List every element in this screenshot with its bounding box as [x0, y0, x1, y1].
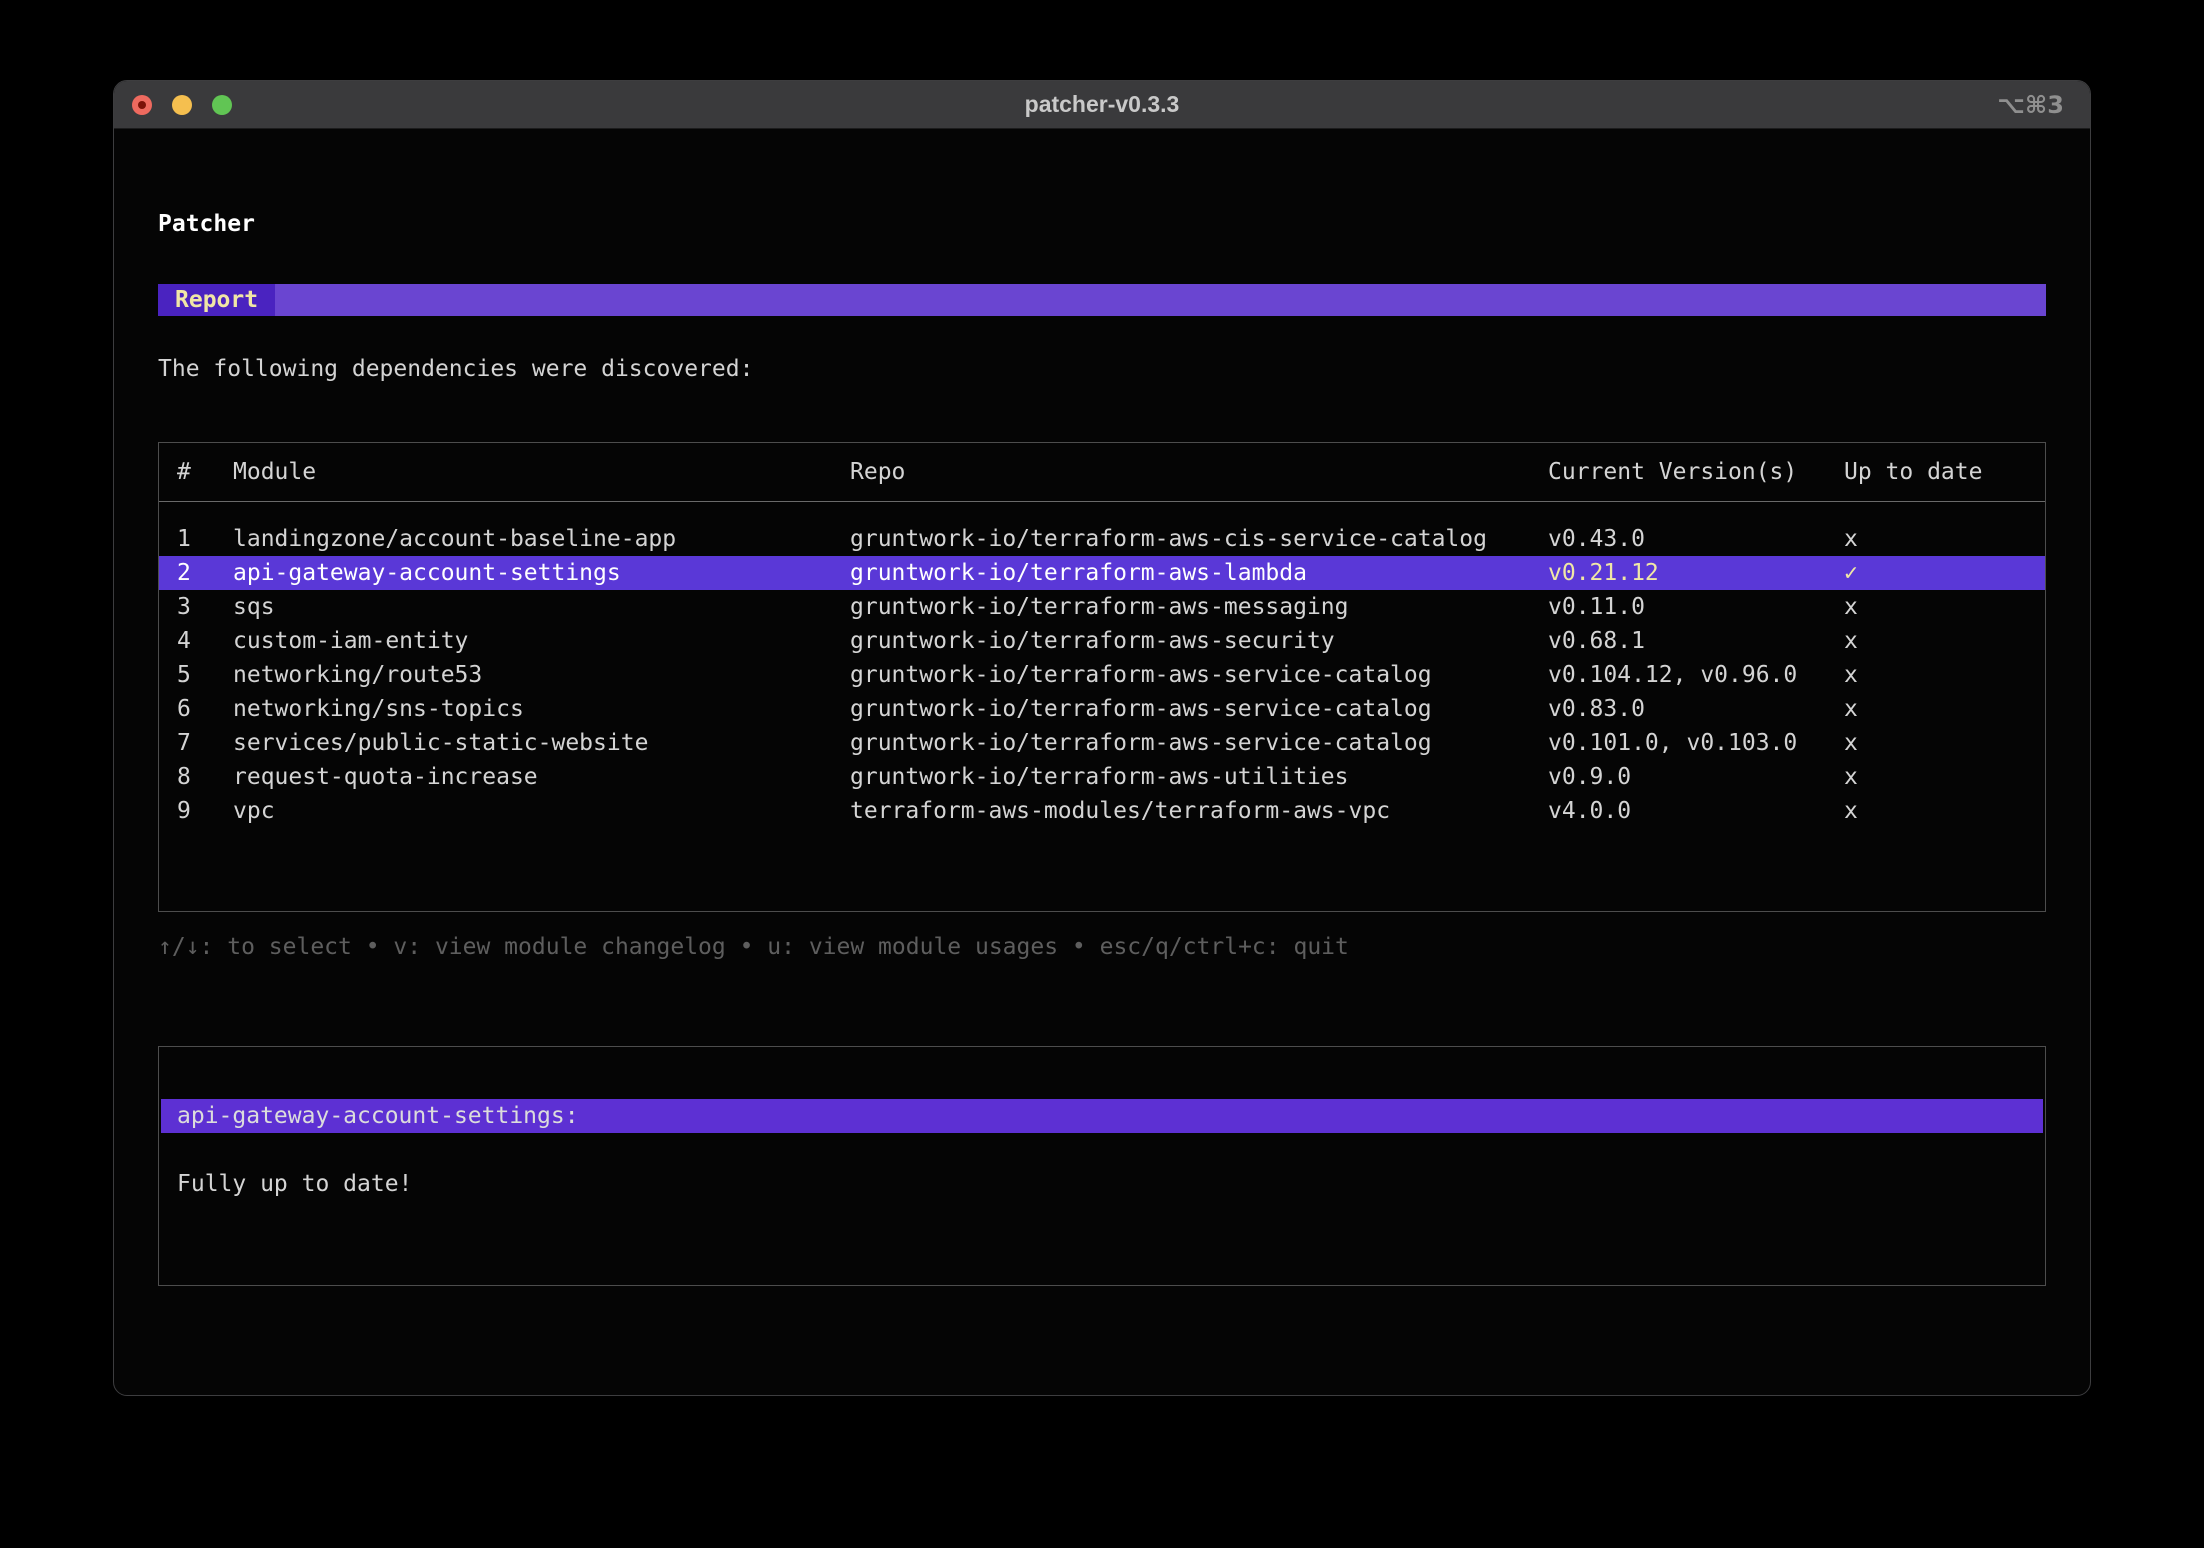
cell-up-to-date: x — [1844, 628, 1858, 654]
cell-current-version: v4.0.0 — [1548, 798, 1632, 824]
table-row[interactable]: 7 services/public-static-website gruntwo… — [159, 726, 2045, 760]
cell-current-version: v0.104.12, v0.96.0 — [1548, 662, 1798, 688]
cell-repo: terraform-aws-modules/terraform-aws-vpc — [850, 798, 1391, 824]
cell-repo: gruntwork-io/terraform-aws-service-catal… — [850, 696, 1432, 722]
cell-row-number: 6 — [177, 696, 191, 722]
cell-module: networking/sns-topics — [233, 696, 524, 722]
cell-repo: gruntwork-io/terraform-aws-messaging — [850, 594, 1349, 620]
cell-repo: gruntwork-io/terraform-aws-service-catal… — [850, 662, 1432, 688]
cell-up-to-date: ✓ — [1844, 560, 1858, 586]
detail-panel-status: Fully up to date! — [177, 1171, 413, 1197]
cell-module: request-quota-increase — [233, 764, 538, 790]
cell-row-number: 7 — [177, 730, 191, 756]
table-row[interactable]: 9 vpc terraform-aws-modules/terraform-aw… — [159, 794, 2045, 828]
intro-text: The following dependencies were discover… — [158, 356, 754, 382]
table-row[interactable]: 1 landingzone/account-baseline-app grunt… — [159, 522, 2045, 556]
cell-up-to-date: x — [1844, 696, 1858, 722]
cell-row-number: 4 — [177, 628, 191, 654]
cell-row-number: 3 — [177, 594, 191, 620]
table-row[interactable]: 6 networking/sns-topics gruntwork-io/ter… — [159, 692, 2045, 726]
col-header-module: Module — [233, 459, 317, 485]
cell-row-number: 8 — [177, 764, 191, 790]
cell-current-version: v0.11.0 — [1548, 594, 1645, 620]
cell-up-to-date: x — [1844, 526, 1858, 552]
terminal-content: Patcher Report The following dependencie… — [114, 207, 2090, 1286]
cell-up-to-date: x — [1844, 594, 1858, 620]
cell-current-version: v0.101.0, v0.103.0 — [1548, 730, 1798, 756]
cell-up-to-date: x — [1844, 764, 1858, 790]
cell-module: sqs — [233, 594, 275, 620]
module-detail-panel: api-gateway-account-settings: Fully up t… — [158, 1046, 2046, 1286]
table-row[interactable]: 2 api-gateway-account-settings gruntwork… — [159, 556, 2045, 590]
cell-repo: gruntwork-io/terraform-aws-lambda — [850, 560, 1307, 586]
detail-panel-title: api-gateway-account-settings: — [161, 1099, 2043, 1133]
cell-repo: gruntwork-io/terraform-aws-service-catal… — [850, 730, 1432, 756]
cell-up-to-date: x — [1844, 730, 1858, 756]
cell-module: api-gateway-account-settings — [233, 560, 621, 586]
terminal-window: patcher-v0.3.3 ⌥⌘3 Patcher Report The fo… — [113, 80, 2091, 1396]
col-header-uptodate: Up to date — [1844, 459, 1983, 485]
tab-shortcut-label: ⌥⌘3 — [1997, 90, 2064, 119]
table-row[interactable]: 4 custom-iam-entity gruntwork-io/terrafo… — [159, 624, 2045, 658]
cell-row-number: 9 — [177, 798, 191, 824]
cell-row-number: 5 — [177, 662, 191, 688]
col-header-version: Current Version(s) — [1548, 459, 1798, 485]
tab-report[interactable]: Report — [158, 284, 276, 316]
cell-module: services/public-static-website — [233, 730, 649, 756]
cell-module: vpc — [233, 798, 275, 824]
dependencies-table: # Module Repo Current Version(s) Up to d… — [158, 442, 2046, 912]
cell-row-number: 2 — [177, 560, 191, 586]
cell-current-version: v0.68.1 — [1548, 628, 1645, 654]
cell-current-version: v0.9.0 — [1548, 764, 1632, 790]
cell-module: networking/route53 — [233, 662, 483, 688]
cell-module: custom-iam-entity — [233, 628, 469, 654]
window-titlebar[interactable]: patcher-v0.3.3 ⌥⌘3 — [114, 81, 2090, 129]
col-header-num: # — [177, 459, 191, 485]
cell-repo: gruntwork-io/terraform-aws-security — [850, 628, 1335, 654]
keyboard-help-text: ↑/↓: to select • v: view module changelo… — [158, 934, 1349, 960]
col-header-repo: Repo — [850, 459, 906, 485]
tab-bar-filler — [275, 284, 2046, 316]
cell-current-version: v0.43.0 — [1548, 526, 1645, 552]
window-title: patcher-v0.3.3 — [1024, 91, 1180, 117]
cell-up-to-date: x — [1844, 662, 1858, 688]
table-body: 1 landingzone/account-baseline-app grunt… — [159, 502, 2045, 828]
app-title: Patcher — [158, 211, 255, 237]
cell-repo: gruntwork-io/terraform-aws-utilities — [850, 764, 1349, 790]
cell-module: landingzone/account-baseline-app — [233, 526, 677, 552]
cell-current-version: v0.21.12 — [1548, 560, 1659, 586]
cell-current-version: v0.83.0 — [1548, 696, 1645, 722]
tab-bar: Report — [158, 284, 2046, 316]
table-row[interactable]: 5 networking/route53 gruntwork-io/terraf… — [159, 658, 2045, 692]
table-row[interactable]: 3 sqs gruntwork-io/terraform-aws-messagi… — [159, 590, 2045, 624]
table-row[interactable]: 8 request-quota-increase gruntwork-io/te… — [159, 760, 2045, 794]
cell-row-number: 1 — [177, 526, 191, 552]
table-header-row: # Module Repo Current Version(s) Up to d… — [159, 443, 2045, 502]
cell-up-to-date: x — [1844, 798, 1858, 824]
cell-repo: gruntwork-io/terraform-aws-cis-service-c… — [850, 526, 1487, 552]
